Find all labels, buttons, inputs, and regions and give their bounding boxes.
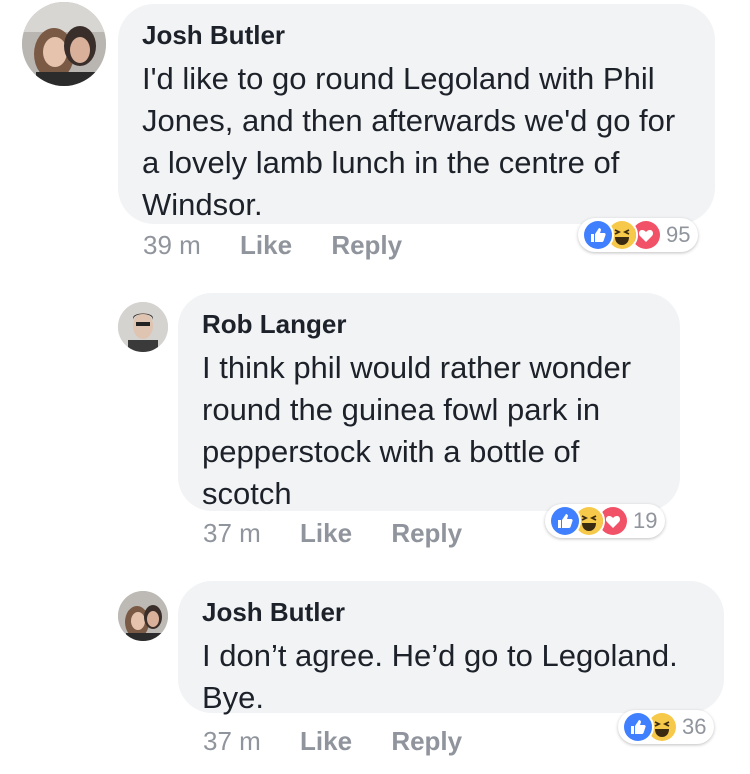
reaction-summary[interactable]: 36 (618, 710, 715, 744)
comment-text: I don’t agree. He’d go to Legoland. Bye. (202, 638, 678, 715)
like-icon (582, 219, 614, 251)
user-avatar-icon (22, 2, 106, 86)
reply-button[interactable]: Reply (331, 230, 402, 260)
reaction-summary[interactable]: 95 (578, 218, 699, 252)
comment-author[interactable]: Rob Langer (202, 309, 656, 339)
like-button[interactable]: Like (300, 518, 352, 548)
comment-time[interactable]: 37 m (203, 726, 261, 756)
reply-button[interactable]: Reply (391, 726, 462, 756)
like-icon (549, 505, 581, 537)
user-avatar-icon (118, 302, 168, 352)
comment-author[interactable]: Josh Butler (202, 597, 700, 627)
avatar[interactable] (22, 2, 106, 86)
comment-actions: 37 m Like Reply (203, 518, 494, 549)
like-button[interactable]: Like (300, 726, 352, 756)
user-avatar-icon (118, 591, 168, 641)
reaction-count: 95 (666, 222, 691, 247)
comment-bubble: Josh Butler I don’t agree. He’d go to Le… (178, 581, 724, 715)
comment-text: I'd like to go round Legoland with Phil … (142, 61, 676, 222)
comment-text: I think phil would rather wonder round t… (202, 350, 632, 511)
avatar[interactable] (118, 302, 168, 352)
reaction-count: 19 (633, 508, 658, 533)
comment-actions: 39 m Like Reply (143, 230, 434, 261)
comment-actions: 37 m Like Reply (203, 726, 494, 757)
like-icon (622, 711, 654, 743)
reply-button[interactable]: Reply (391, 518, 462, 548)
reaction-summary[interactable]: 19 (545, 504, 666, 538)
reaction-count: 36 (682, 714, 707, 739)
avatar[interactable] (118, 591, 168, 641)
comment-author[interactable]: Josh Butler (142, 20, 691, 50)
comment-time[interactable]: 37 m (203, 518, 261, 548)
comment-bubble: Josh Butler I'd like to go round Legolan… (118, 4, 715, 224)
comment-time[interactable]: 39 m (143, 230, 201, 260)
like-button[interactable]: Like (240, 230, 292, 260)
comment-bubble: Rob Langer I think phil would rather won… (178, 293, 680, 511)
